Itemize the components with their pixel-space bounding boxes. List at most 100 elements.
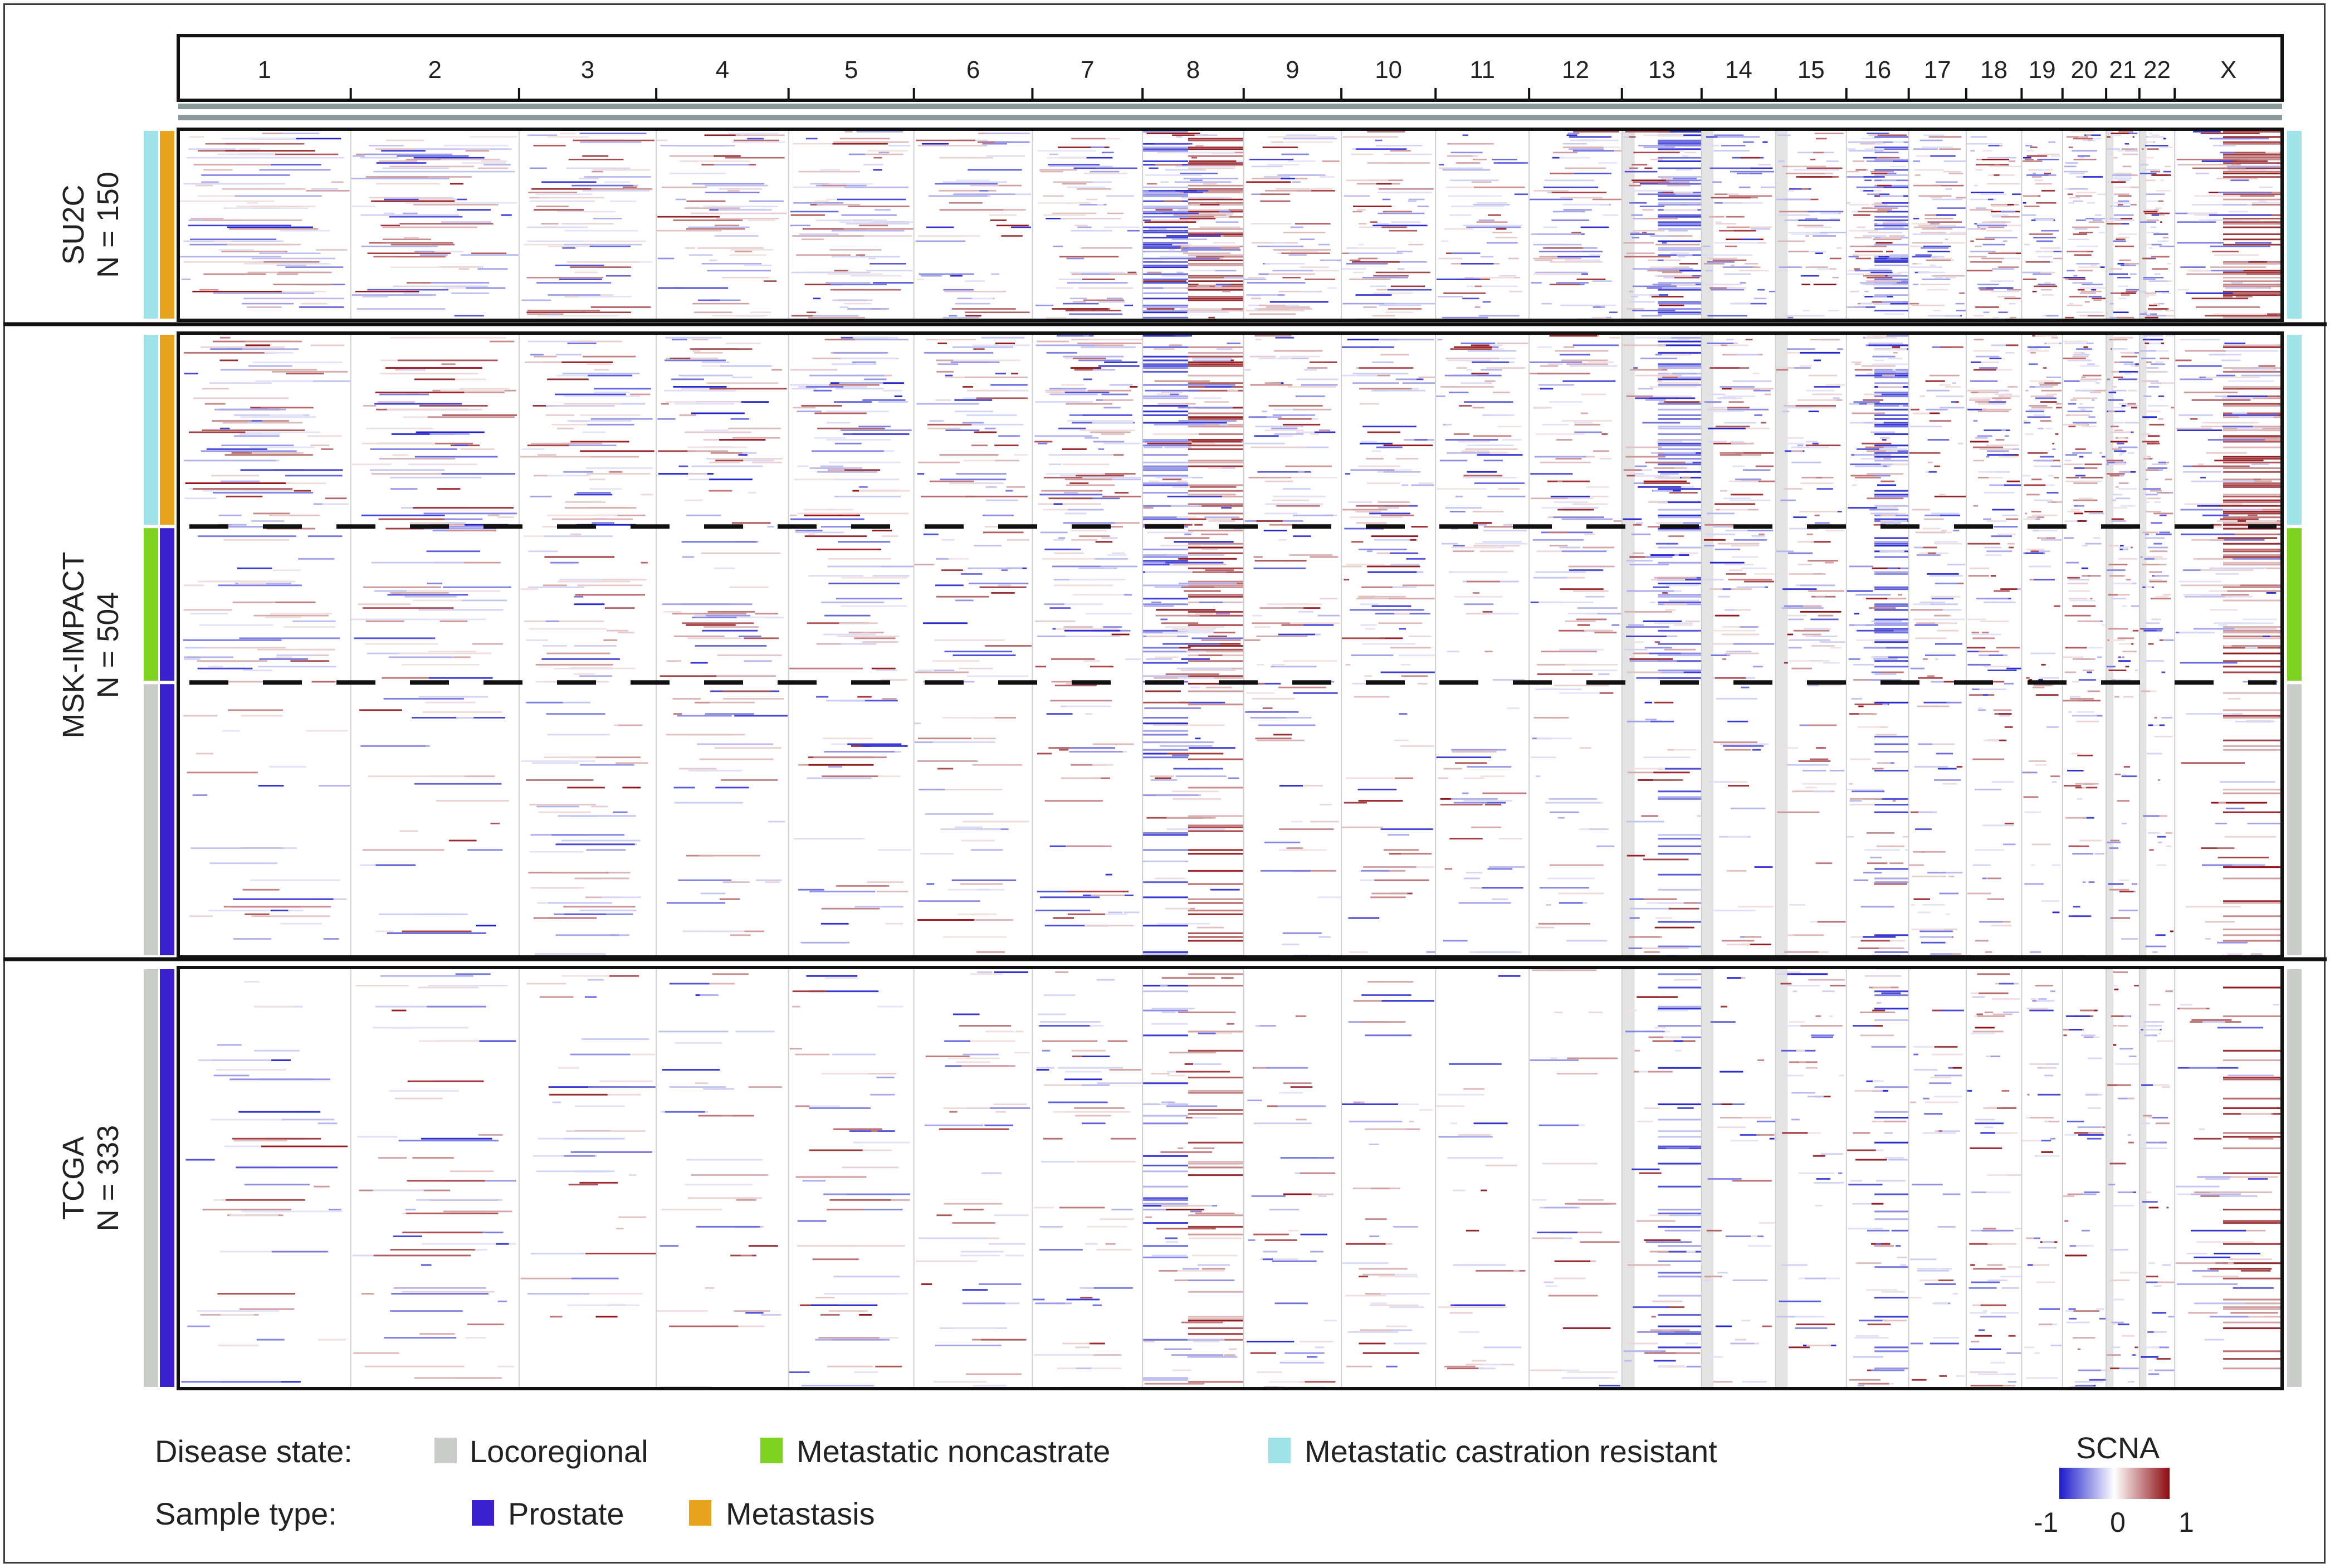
cna-segment <box>1562 146 1604 148</box>
cna-segment <box>1874 279 1909 281</box>
cna-segment <box>1705 270 1713 272</box>
cna-segment <box>1731 265 1735 266</box>
cna-segment <box>1893 141 1904 143</box>
cna-segment <box>721 779 778 781</box>
cna-segment <box>1400 745 1434 747</box>
cna-segment <box>2154 717 2157 719</box>
cna-segment <box>1145 174 1202 176</box>
cna-segment <box>2197 505 2220 507</box>
cna-segment <box>1976 224 2007 227</box>
cna-segment <box>548 294 600 296</box>
cna-segment <box>1985 554 2002 556</box>
cna-segment <box>2153 550 2168 553</box>
cna-segment <box>2079 157 2084 159</box>
cna-segment <box>2149 343 2161 344</box>
cna-segment <box>1882 301 1903 303</box>
cna-segment <box>1658 204 1702 206</box>
cna-segment <box>2025 159 2034 160</box>
cna-segment <box>679 768 717 770</box>
cna-segment <box>2007 289 2021 291</box>
cna-segment <box>530 354 544 356</box>
cna-segment <box>1058 427 1086 429</box>
cna-segment <box>584 176 651 178</box>
cna-segment <box>1868 344 1896 346</box>
cna-segment <box>2193 131 2221 133</box>
cna-segment <box>524 620 604 622</box>
cna-segment <box>1874 395 1909 398</box>
cna-segment <box>1174 564 1227 565</box>
cna-segment <box>1188 610 1244 613</box>
cna-segment <box>1188 546 1244 549</box>
cna-segment <box>1942 783 1958 785</box>
cna-segment <box>2165 315 2175 317</box>
cna-segment <box>2117 800 2129 802</box>
cna-segment <box>1914 169 1944 171</box>
cna-segment <box>427 583 442 584</box>
cna-segment <box>719 188 763 190</box>
cna-segment <box>2080 480 2102 482</box>
cna-segment <box>559 579 603 581</box>
cna-segment <box>1449 392 1469 394</box>
cna-segment <box>1994 174 2000 176</box>
cna-segment <box>390 336 426 339</box>
cna-segment <box>1720 509 1748 511</box>
cna-segment <box>1684 152 1697 154</box>
cna-segment <box>1875 734 1897 736</box>
cna-segment <box>2151 522 2162 524</box>
cna-segment <box>248 365 292 367</box>
cna-segment <box>1272 270 1313 272</box>
cna-segment <box>826 700 865 702</box>
cna-segment <box>1808 590 1844 592</box>
cna-segment <box>1298 610 1313 613</box>
cna-segment <box>926 339 976 341</box>
cna-segment <box>1632 268 1679 270</box>
cna-segment <box>1227 343 1240 344</box>
cna-segment <box>1265 503 1323 505</box>
cna-segment <box>2223 652 2282 654</box>
cna-segment <box>2223 484 2282 486</box>
cna-segment <box>1868 268 1889 270</box>
cna-segment <box>1372 361 1394 363</box>
cna-segment <box>1874 639 1909 641</box>
cna-segment <box>2118 297 2123 300</box>
cna-segment <box>2116 316 2134 319</box>
cna-segment <box>2023 195 2039 197</box>
cna-segment <box>2130 431 2134 433</box>
cna-segment <box>844 186 908 188</box>
cna-segment <box>2160 514 2167 516</box>
cna-segment <box>2110 302 2114 305</box>
cna-segment <box>2214 254 2259 256</box>
cna-segment <box>1854 363 1861 365</box>
cna-segment <box>2146 361 2152 363</box>
cna-segment <box>538 454 556 456</box>
cna-segment <box>1995 439 2005 441</box>
cna-segment <box>862 641 898 643</box>
cna-segment <box>1849 204 1870 206</box>
cna-segment <box>686 228 745 230</box>
cna-segment <box>1800 610 1841 613</box>
cna-segment <box>666 660 681 662</box>
cna-segment <box>797 512 842 515</box>
cna-segment <box>2119 471 2131 473</box>
cna-segment <box>687 446 748 448</box>
cna-segment <box>1046 316 1067 319</box>
cna-segment <box>1007 539 1030 541</box>
cna-segment <box>1874 169 1909 171</box>
cna-segment <box>945 374 953 377</box>
cna-segment <box>1074 224 1088 227</box>
cna-segment <box>1497 426 1521 428</box>
cna-segment <box>954 399 993 401</box>
cna-segment <box>286 373 324 375</box>
cna-segment <box>2093 219 2102 221</box>
cna-segment <box>548 136 589 138</box>
cna-segment <box>2023 518 2036 520</box>
cna-segment <box>1146 308 1175 310</box>
cna-segment <box>1188 289 1244 291</box>
cna-segment <box>1998 311 2008 314</box>
cna-segment <box>2246 169 2267 171</box>
cna-segment <box>679 414 696 416</box>
cna-segment <box>1658 214 1702 216</box>
cna-segment <box>2225 287 2270 289</box>
cna-segment <box>1098 448 1105 450</box>
cna-segment <box>2024 420 2028 422</box>
